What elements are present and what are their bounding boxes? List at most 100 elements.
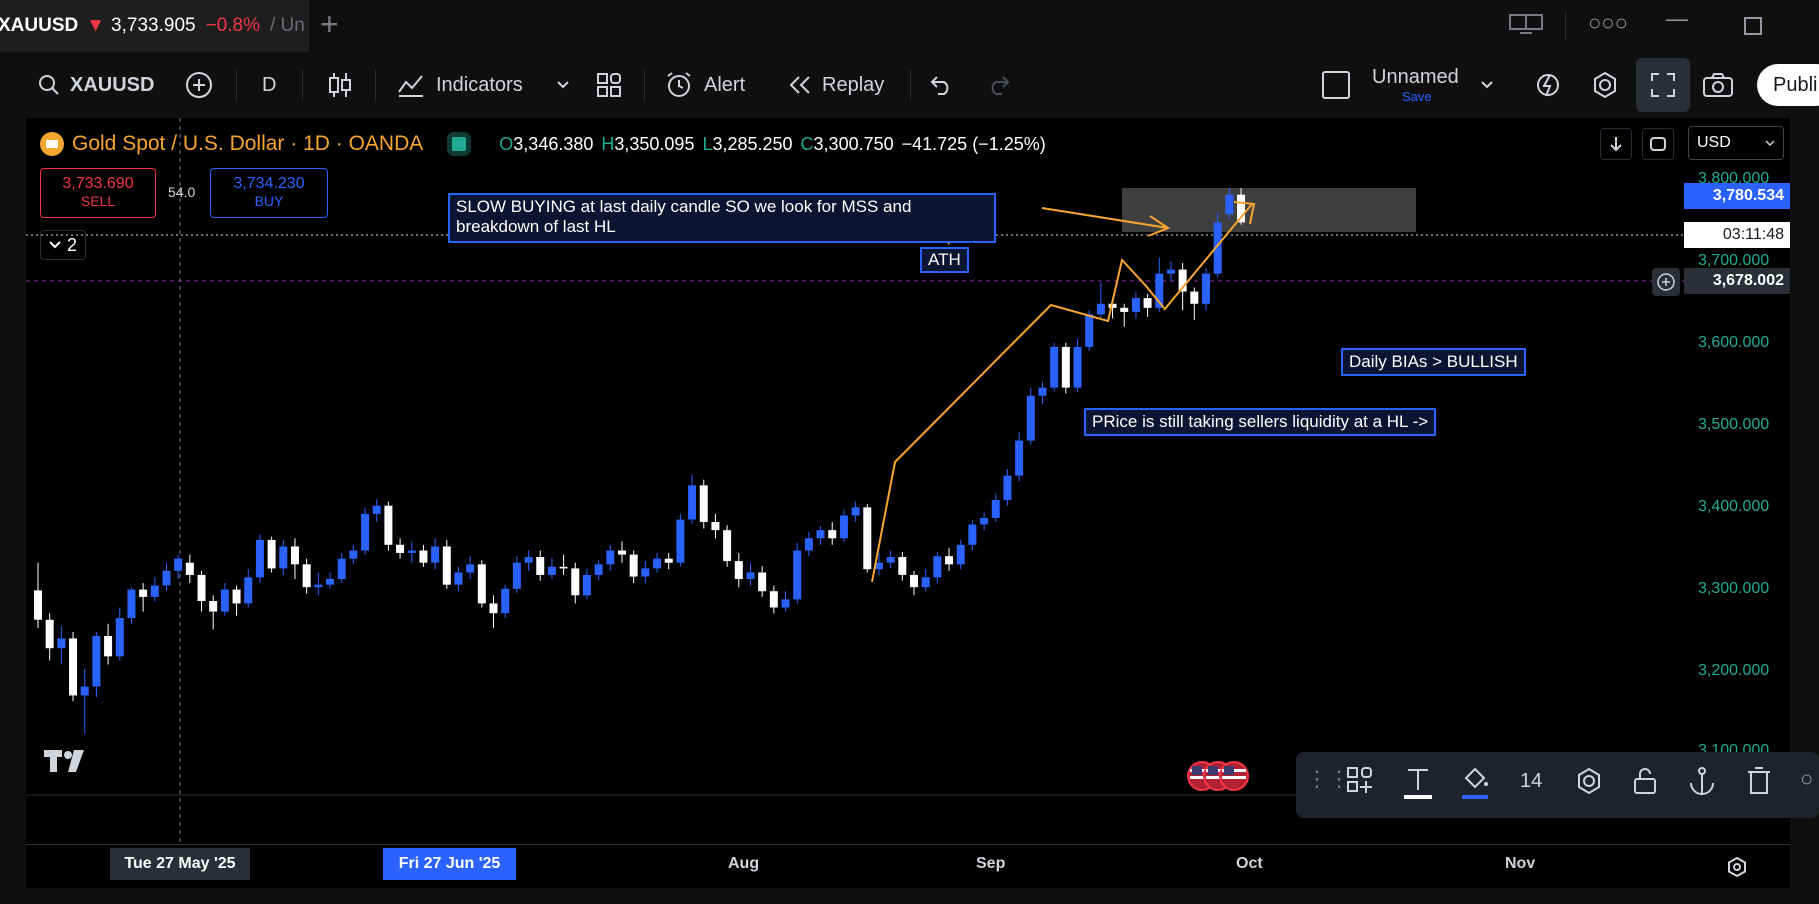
sellers-liquidity-note[interactable]: PRice is still taking sellers liquidity … [1084, 408, 1437, 436]
down-arrow-icon: ▼ [86, 15, 106, 36]
candle-body [326, 579, 334, 585]
candle-body [723, 530, 732, 562]
anchor-icon [1690, 767, 1714, 795]
ohlc-change: −41.725 (−1.25%) [901, 133, 1046, 154]
chevron-down-icon [1481, 81, 1493, 89]
layouts-button[interactable] [596, 52, 622, 118]
ohlc-low: 3,285.250 [712, 133, 793, 154]
candles-style-button[interactable] [326, 52, 354, 118]
candle-body [547, 566, 556, 575]
price-axis-label: 3,500.000 [1698, 416, 1770, 433]
candle-body [898, 557, 907, 575]
add-alert-plus-button[interactable] [1652, 268, 1680, 296]
fill-color-button[interactable] [1460, 766, 1490, 806]
candle-body [220, 589, 229, 612]
candle-body [104, 636, 113, 657]
candle-body [629, 554, 638, 577]
economic-events-icon[interactable] [1186, 760, 1256, 797]
maximize-icon[interactable] [1744, 17, 1762, 35]
candle-body [419, 550, 428, 563]
plus-circle-icon [1657, 273, 1675, 291]
ath-label[interactable]: ATH [920, 247, 969, 273]
redo-icon [991, 76, 1010, 95]
plus-circle-icon [186, 72, 212, 98]
tab-change: −0.8% [205, 15, 260, 36]
crosshair-date-tag: Tue 27 May '25 [110, 848, 250, 880]
layout-name-group[interactable]: Unnamed Save [1372, 66, 1492, 104]
candle-body [734, 561, 743, 579]
undo-button[interactable] [928, 52, 954, 118]
replay-label: Replay [822, 73, 885, 96]
symbol-search[interactable]: XAUUSD [38, 52, 154, 118]
tradingview-logo-icon[interactable] [44, 748, 92, 784]
layout-checkbox[interactable] [1322, 52, 1350, 118]
alert-button[interactable]: Alert [664, 52, 745, 118]
save-link[interactable]: Save [1402, 89, 1492, 104]
redo-button[interactable] [986, 52, 1012, 118]
market-status-icon[interactable] [447, 132, 472, 156]
alert-label: Alert [704, 73, 746, 96]
candle-body [711, 522, 720, 531]
candle-body [1050, 346, 1059, 388]
ohlc-open: 3,346.380 [513, 133, 594, 154]
anchor-button[interactable] [1688, 766, 1716, 802]
candle-body [886, 557, 895, 563]
more-dots-icon[interactable]: ○○○ [1588, 10, 1628, 36]
candle-body [290, 546, 299, 565]
time-axis-settings-icon[interactable] [1726, 856, 1748, 883]
minimize-icon[interactable]: — [1666, 6, 1688, 32]
drag-handle-icon[interactable]: ⋮⋮ [1306, 766, 1350, 792]
symbol-title[interactable]: Gold Spot / U.S. Dollar · 1D · OANDA [72, 132, 423, 156]
settings-button[interactable] [1574, 766, 1604, 802]
interval-button[interactable]: D [262, 52, 276, 118]
add-to-template-button[interactable] [1346, 766, 1374, 800]
buy-button[interactable]: 3,734.230 BUY [210, 168, 328, 218]
replay-button[interactable]: Replay [786, 52, 884, 118]
delete-button[interactable] [1746, 766, 1772, 802]
chart-tab[interactable]: XAUUSD ▼ 3,733.905 −0.8% / Un [0, 0, 309, 52]
layout-menu-dropdown[interactable] [1480, 52, 1494, 118]
candle-body [1085, 314, 1094, 347]
publish-button[interactable]: Publi [1757, 64, 1819, 106]
chevron-down-icon [1765, 139, 1775, 146]
text-color-button[interactable] [1402, 766, 1434, 806]
snapshot-button[interactable] [1702, 52, 1734, 118]
ohlc-close-label: C [800, 133, 814, 154]
candle-body [92, 636, 101, 687]
collapse-indicators-button[interactable]: 2 [40, 230, 86, 260]
scroll-to-realtime-button[interactable] [1600, 128, 1632, 160]
candle-body [185, 562, 194, 575]
candle-body [337, 558, 346, 579]
time-axis-label: Oct [1236, 855, 1263, 872]
sell-button[interactable]: 3,733.690 SELL [40, 168, 156, 218]
candle-body [933, 556, 942, 578]
indicators-button[interactable]: Indicators [396, 52, 523, 118]
new-tab-button[interactable]: + [320, 6, 339, 43]
candle-body [1166, 269, 1175, 274]
time-axis-label: Nov [1505, 855, 1536, 872]
bias-note[interactable]: Daily BIAs > BULLISH [1341, 348, 1526, 376]
slow-buying-note[interactable]: SLOW BUYING at last daily candle SO we l… [448, 193, 996, 243]
indicator-templates-dropdown[interactable] [556, 52, 570, 118]
crosshair-price-tag: 3,678.002 [1684, 268, 1790, 294]
settings-button[interactable] [1590, 52, 1620, 118]
candle-body [758, 572, 767, 592]
sync-button[interactable] [1642, 128, 1674, 160]
tab-layout-name: / Un [269, 15, 305, 36]
candle-body [641, 568, 650, 577]
candle-body [384, 505, 393, 545]
fullscreen-button[interactable] [1636, 58, 1690, 112]
quick-search-button[interactable] [1534, 52, 1562, 118]
currency-select[interactable]: USD [1688, 126, 1784, 160]
candle-body [442, 546, 451, 585]
candle-body [267, 539, 276, 569]
layout-monitor-icon[interactable] [1508, 12, 1544, 42]
font-size-button[interactable]: 14 [1520, 770, 1542, 793]
compare-symbol-button[interactable] [184, 52, 214, 118]
price-axis-label: 3,200.000 [1698, 662, 1770, 679]
more-options-icon[interactable]: ○ [1800, 766, 1813, 792]
lock-button[interactable] [1632, 766, 1658, 802]
candle-body [115, 618, 124, 657]
candle-body [1061, 346, 1070, 388]
candle-body [57, 638, 66, 649]
